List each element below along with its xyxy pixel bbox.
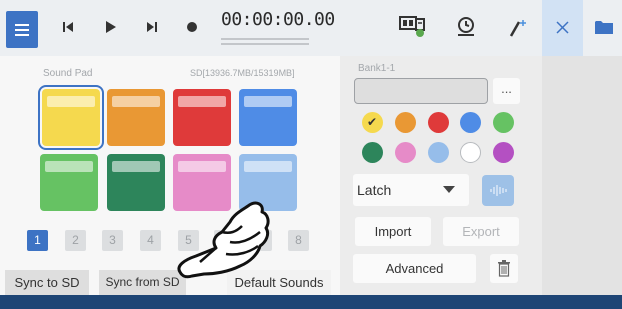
- record-icon[interactable]: [180, 15, 204, 39]
- menu-icon: [15, 24, 29, 26]
- more-button[interactable]: ...: [493, 78, 520, 104]
- timer-icon[interactable]: [454, 14, 478, 38]
- export-button[interactable]: Export: [443, 217, 519, 246]
- default-sounds-button[interactable]: Default Sounds: [227, 270, 331, 295]
- color-swatch-light-blue[interactable]: [428, 142, 449, 163]
- color-swatch-green[interactable]: [493, 112, 514, 133]
- page-button-5[interactable]: 5: [178, 230, 199, 251]
- play-mode-select[interactable]: Latch: [353, 174, 469, 206]
- timecode-underline: [221, 38, 309, 40]
- close-icon: [556, 21, 569, 34]
- side-panel: [542, 56, 622, 295]
- sound-pad-1[interactable]: [38, 85, 104, 150]
- check-icon: ✔: [367, 115, 378, 129]
- sound-pad-3[interactable]: [173, 89, 231, 146]
- pad-label-strip: [178, 96, 226, 107]
- advanced-button[interactable]: Advanced: [353, 254, 476, 283]
- color-swatch-dark-green[interactable]: [362, 142, 383, 163]
- folder-button[interactable]: [583, 0, 622, 56]
- timecode-text: 00:00:00.00: [221, 9, 335, 30]
- pad-label-strip: [112, 161, 160, 172]
- sound-pad-7[interactable]: [173, 154, 231, 211]
- top-toolbar: 00:00:00.00: [0, 0, 622, 56]
- sound-pad-8[interactable]: [239, 154, 297, 211]
- import-button[interactable]: Import: [355, 217, 431, 246]
- timecode-underline: [221, 43, 309, 45]
- page-button-6[interactable]: 6: [214, 230, 235, 251]
- color-swatch-orange[interactable]: [395, 112, 416, 133]
- next-icon[interactable]: [140, 15, 164, 39]
- pad-label-strip: [47, 96, 95, 107]
- menu-icon-line: [15, 34, 29, 36]
- color-swatch-blue[interactable]: [460, 112, 481, 133]
- page-button-8[interactable]: 8: [288, 230, 309, 251]
- page-button-3[interactable]: 3: [102, 230, 123, 251]
- color-swatch-white[interactable]: [460, 142, 481, 163]
- timecode-display: 00:00:00.00: [221, 9, 335, 45]
- menu-button[interactable]: [6, 11, 38, 48]
- sync-to-sd-button[interactable]: Sync to SD: [5, 270, 89, 295]
- sound-pad-5[interactable]: [40, 154, 98, 211]
- bottom-status-bar: [0, 295, 622, 309]
- play-mode-value: Latch: [357, 182, 392, 198]
- page-button-1[interactable]: 1: [27, 230, 48, 251]
- pad-label-strip: [178, 161, 226, 172]
- sound-pad-2[interactable]: [107, 89, 165, 146]
- pad-label-strip: [244, 161, 292, 172]
- sound-pad-6[interactable]: [107, 154, 165, 211]
- menu-icon-line: [15, 29, 29, 31]
- play-icon[interactable]: [98, 15, 122, 39]
- sound-pad-panel: Sound Pad SD[13936.7MB/15319MB] 1 2 3 4 …: [0, 56, 340, 295]
- bank-label: Bank1-1: [358, 63, 396, 74]
- page-button-7[interactable]: 7: [251, 230, 272, 251]
- pad-name-input[interactable]: [354, 78, 488, 104]
- folder-icon: [595, 21, 613, 34]
- close-button[interactable]: [542, 0, 583, 56]
- color-swatch-yellow[interactable]: ✔: [362, 112, 383, 133]
- sound-pad-4[interactable]: [239, 89, 297, 146]
- pad-label-strip: [112, 96, 160, 107]
- effect-icon[interactable]: [506, 16, 530, 40]
- sound-pad-settings-icon[interactable]: [398, 13, 428, 41]
- color-swatch-pink[interactable]: [395, 142, 416, 163]
- previous-icon[interactable]: [56, 15, 80, 39]
- pad-label-strip: [244, 96, 292, 107]
- pad-label-strip: [45, 161, 93, 172]
- color-swatch-red[interactable]: [428, 112, 449, 133]
- page-button-2[interactable]: 2: [65, 230, 86, 251]
- color-swatch-purple[interactable]: [493, 142, 514, 163]
- storage-info: SD[13936.7MB/15319MB]: [190, 68, 295, 78]
- chevron-down-icon: [443, 186, 455, 193]
- delete-button[interactable]: [490, 254, 518, 283]
- trash-icon: [498, 260, 510, 277]
- page-button-4[interactable]: 4: [140, 230, 161, 251]
- sound-pad-title: Sound Pad: [43, 68, 93, 79]
- pad-settings-panel: Bank1-1 ... ✔ Latch Import Export Advanc…: [340, 56, 542, 295]
- sync-from-sd-button[interactable]: Sync from SD: [99, 270, 186, 295]
- waveform-button[interactable]: [482, 175, 514, 206]
- waveform-icon: [490, 185, 507, 196]
